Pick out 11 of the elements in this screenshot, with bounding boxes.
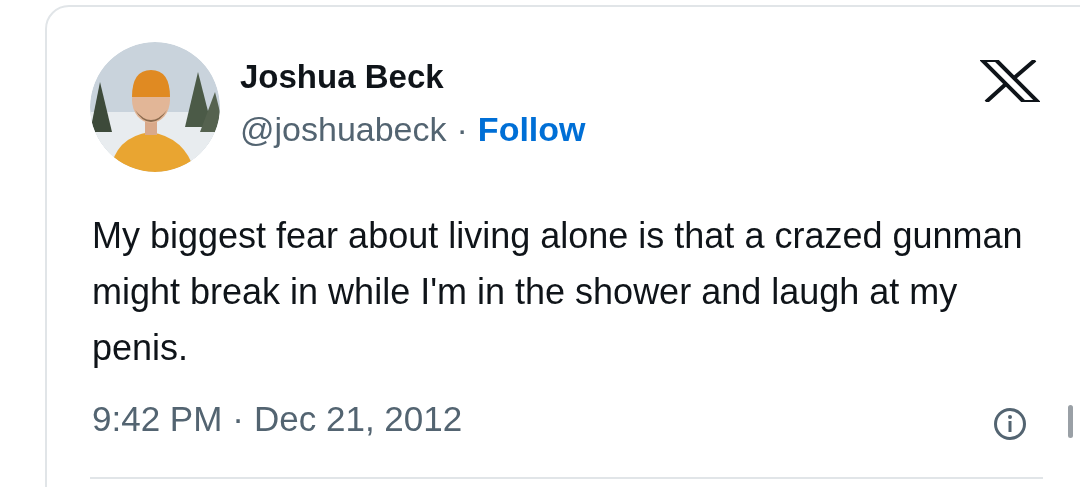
separator: · (232, 398, 244, 440)
scrollbar[interactable] (1068, 405, 1073, 438)
info-icon[interactable] (993, 407, 1027, 441)
tweet-date[interactable]: Dec 21, 2012 (254, 397, 463, 441)
author-name: Joshua Beck (240, 57, 445, 97)
separator: · (456, 109, 468, 149)
tweet-text: My biggest fear about living alone is that a crazed gunman might break in while I'm in the shower and laugh at my penis. (92, 214, 1024, 370)
tweet-time[interactable]: 9:42 PM (92, 397, 223, 441)
author-handle: @joshuabeck (240, 109, 447, 149)
follow-link[interactable]: Follow (477, 109, 586, 149)
x-logo-icon[interactable] (980, 60, 1040, 102)
